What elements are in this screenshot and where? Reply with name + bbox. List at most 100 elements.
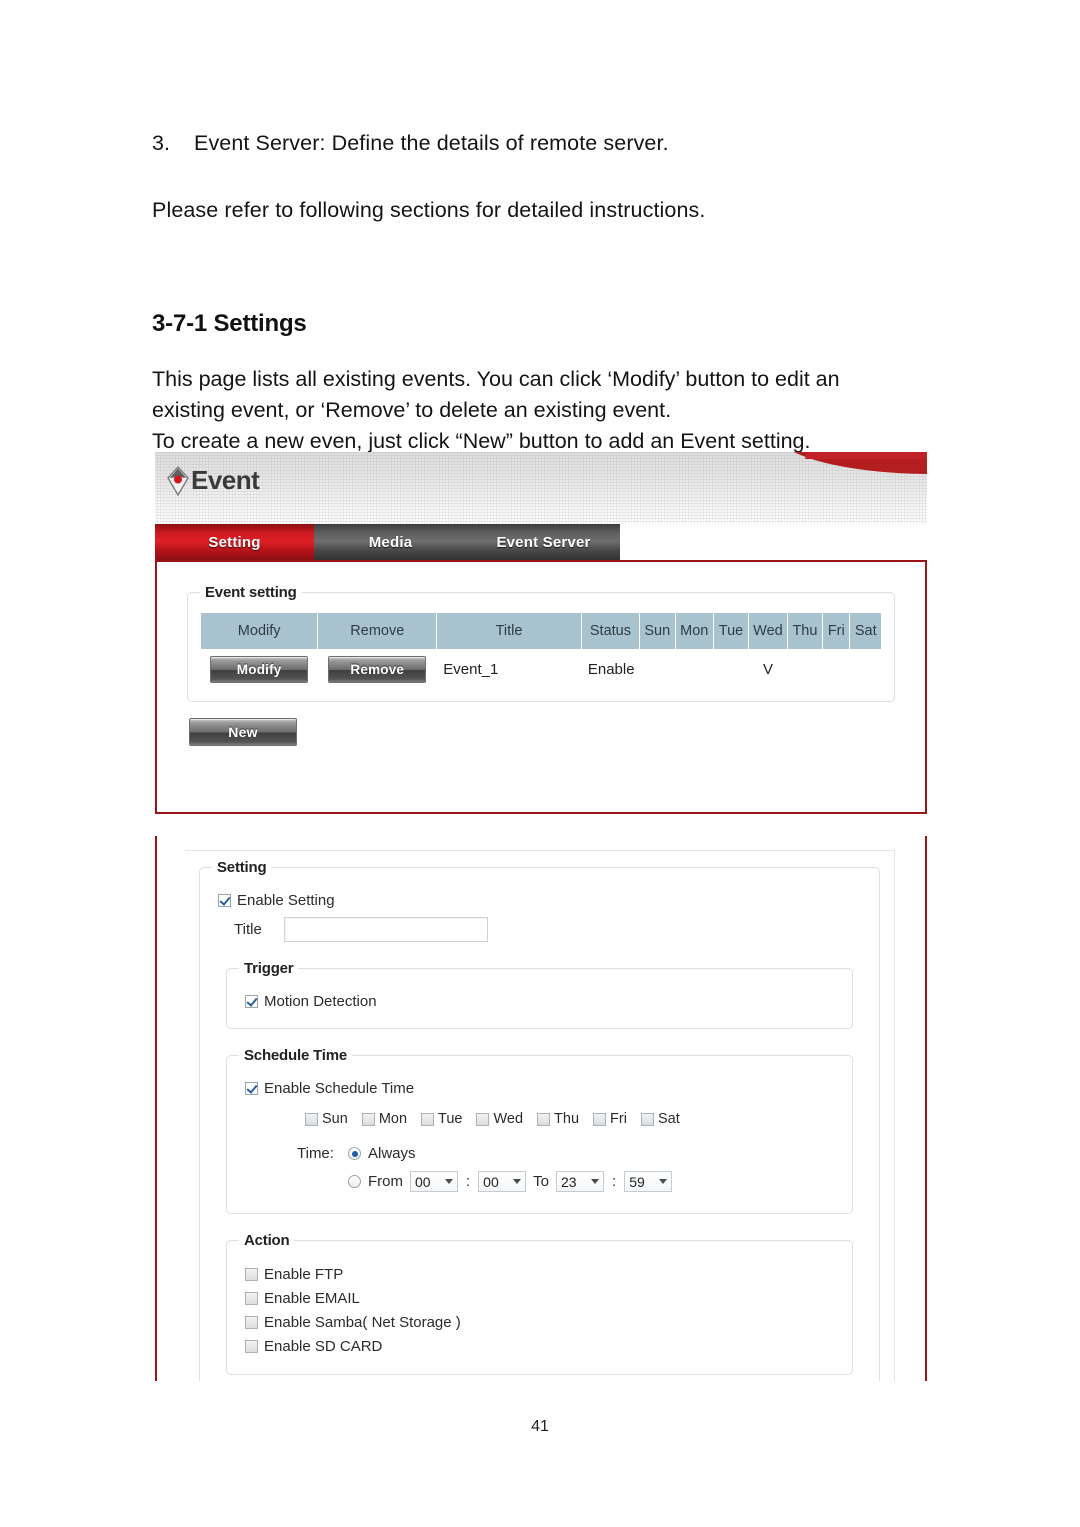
tab-media[interactable]: Media	[314, 524, 467, 560]
page-number: 41	[531, 1418, 549, 1435]
enable-samba-row[interactable]: Enable Samba( Net Storage )	[245, 1314, 840, 1331]
to-hour-select[interactable]: 23	[556, 1171, 605, 1192]
fri-label: Fri	[610, 1111, 627, 1127]
always-label: Always	[368, 1145, 416, 1162]
enable-setting-row[interactable]: Enable Setting	[218, 892, 867, 909]
enable-sdcard-checkbox[interactable]	[245, 1340, 258, 1353]
th-sat: Sat	[850, 613, 881, 649]
thu-checkbox[interactable]	[537, 1112, 551, 1126]
from-radio[interactable]	[348, 1175, 361, 1188]
to-minute-value: 59	[629, 1173, 645, 1190]
time-colon-1: :	[466, 1173, 471, 1190]
enable-sdcard-label: Enable SD CARD	[264, 1338, 383, 1355]
from-minute-value: 00	[483, 1173, 499, 1190]
day-checkbox-mon[interactable]: Mon	[361, 1111, 408, 1127]
header-red-accent	[761, 452, 927, 474]
enable-schedule-checkbox[interactable]	[245, 1082, 258, 1095]
setting-group: Setting Enable Setting Title Trigger Mot…	[199, 859, 880, 1381]
from-hour-value: 00	[415, 1173, 431, 1190]
setting-legend: Setting	[217, 859, 267, 876]
mon-label: Mon	[378, 1111, 408, 1127]
tab-event-server[interactable]: Event Server	[467, 524, 620, 560]
cell-sat	[850, 649, 881, 689]
event-setting-group: Event setting Modify Remove Title Status…	[187, 584, 895, 702]
enable-sdcard-row[interactable]: Enable SD CARD	[245, 1338, 840, 1355]
modify-button[interactable]: Modify	[210, 655, 309, 683]
always-radio[interactable]	[348, 1147, 361, 1160]
time-range-row[interactable]: From 00 : 00 To 23: 59	[348, 1171, 840, 1192]
day-checkbox-tue[interactable]: Tue	[421, 1111, 462, 1127]
th-remove: Remove	[318, 613, 437, 649]
day-checkbox-sat[interactable]: Sat	[640, 1111, 680, 1127]
app-header: Event	[155, 452, 927, 524]
new-button-row: New	[189, 718, 909, 746]
app-logo: Event	[167, 465, 260, 496]
numbered-list-item: 3. Event Server: Define the details of re…	[152, 131, 669, 155]
sat-checkbox[interactable]	[640, 1112, 654, 1126]
cell-sun	[640, 649, 675, 689]
from-label: From	[368, 1173, 403, 1190]
fri-checkbox[interactable]	[593, 1112, 607, 1126]
cell-modify: Modify	[201, 649, 318, 689]
table-header-row: Modify Remove Title Status Sun Mon Tue W…	[201, 613, 881, 649]
enable-samba-label: Enable Samba( Net Storage )	[264, 1314, 461, 1331]
tab-setting[interactable]: Setting	[155, 524, 314, 560]
event-table-head: Modify Remove Title Status Sun Mon Tue W…	[201, 613, 881, 649]
cell-thu	[787, 649, 823, 689]
enable-schedule-row[interactable]: Enable Schedule Time	[245, 1080, 840, 1097]
wed-label: Wed	[493, 1111, 524, 1127]
day-checkbox-thu[interactable]: Thu	[537, 1111, 579, 1127]
to-minute-select[interactable]: 59	[624, 1171, 673, 1192]
tue-checkbox[interactable]	[421, 1112, 435, 1126]
new-button[interactable]: New	[189, 718, 297, 746]
cell-fri	[823, 649, 850, 689]
chevron-down-icon	[513, 1179, 522, 1184]
enable-samba-checkbox[interactable]	[245, 1316, 258, 1329]
th-status: Status	[581, 613, 640, 649]
day-checkbox-sun[interactable]: Sun	[305, 1111, 348, 1127]
mon-checkbox[interactable]	[361, 1112, 375, 1126]
title-input[interactable]	[283, 917, 488, 942]
cell-title: Event_1	[437, 649, 581, 689]
enable-ftp-row[interactable]: Enable FTP	[245, 1266, 840, 1283]
title-label: Title	[234, 921, 262, 938]
motion-detection-row[interactable]: Motion Detection	[245, 993, 840, 1010]
embedded-screenshot: Event Setting Media Event Server Event s…	[155, 452, 927, 1381]
wed-checkbox[interactable]	[476, 1112, 490, 1126]
motion-detection-label: Motion Detection	[264, 993, 377, 1010]
from-minute-select[interactable]: 00	[478, 1171, 527, 1192]
tab-bar: Setting Media Event Server	[155, 524, 927, 560]
enable-ftp-checkbox[interactable]	[245, 1268, 258, 1281]
remove-button[interactable]: Remove	[328, 655, 427, 683]
enable-email-label: Enable EMAIL	[264, 1290, 360, 1307]
list-item-number: 3.	[152, 131, 171, 155]
day-checkbox-wed[interactable]: Wed	[476, 1111, 523, 1127]
enable-setting-label: Enable Setting	[237, 892, 335, 909]
th-tue: Tue	[713, 613, 749, 649]
event-table: Modify Remove Title Status Sun Mon Tue W…	[200, 613, 882, 689]
from-hour-select[interactable]: 00	[410, 1171, 458, 1192]
motion-detection-checkbox[interactable]	[245, 995, 258, 1008]
paragraph-line-1: This page lists all existing events. You…	[152, 367, 840, 391]
th-mon: Mon	[675, 613, 713, 649]
day-checkbox-fri[interactable]: Fri	[593, 1111, 627, 1127]
to-label: To	[533, 1173, 550, 1190]
paragraph-line-2: existing event, or ‘Remove’ to delete an…	[152, 398, 672, 422]
app-title: Event	[191, 465, 260, 495]
th-title: Title	[437, 613, 581, 649]
description-paragraph: This page lists all existing events. You…	[152, 364, 912, 457]
time-colon-2: :	[612, 1173, 617, 1190]
section-heading: 3-7-1 Settings	[152, 310, 307, 337]
panel-bottom-spacer	[173, 750, 909, 790]
sat-label: Sat	[657, 1111, 680, 1127]
th-sun: Sun	[640, 613, 675, 649]
time-always-row[interactable]: Time: Always	[297, 1145, 840, 1162]
enable-setting-checkbox[interactable]	[218, 894, 231, 907]
sun-checkbox[interactable]	[305, 1112, 318, 1126]
sun-label: Sun	[322, 1111, 348, 1127]
event-table-body: Modify Remove Event_1 Enable V	[201, 649, 881, 689]
enable-email-checkbox[interactable]	[245, 1292, 258, 1305]
table-row: Modify Remove Event_1 Enable V	[201, 649, 881, 689]
enable-email-row[interactable]: Enable EMAIL	[245, 1290, 840, 1307]
enable-schedule-label: Enable Schedule Time	[264, 1080, 415, 1097]
